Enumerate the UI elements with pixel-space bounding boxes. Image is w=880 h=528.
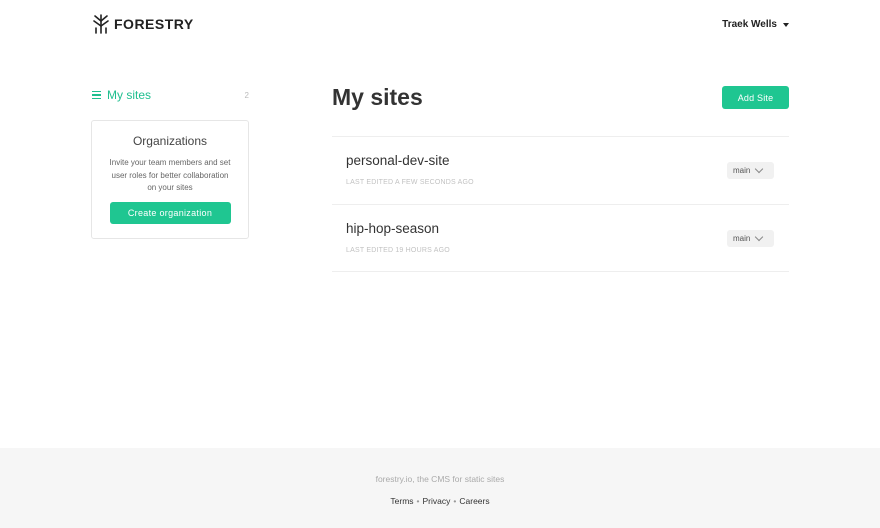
branch-select[interactable]: main (727, 162, 774, 179)
page-footer: forestry.io, the CMS for static sites Te… (0, 448, 880, 528)
footer-link-terms[interactable]: Terms (390, 496, 413, 506)
site-name[interactable]: personal-dev-site (346, 153, 450, 168)
site-row[interactable]: hip-hop-season LAST EDITED 19 HOURS AGO … (332, 204, 789, 272)
site-list: personal-dev-site LAST EDITED A FEW SECO… (332, 136, 789, 272)
site-last-edited: LAST EDITED A FEW SECONDS AGO (346, 179, 474, 186)
organizations-description: Invite your team members and set user ro… (109, 158, 231, 192)
brand-name: FORESTRY (114, 16, 194, 32)
branch-select[interactable]: main (727, 230, 774, 247)
add-site-button[interactable]: Add Site (722, 86, 789, 109)
top-header: FORESTRY Traek Wells (0, 0, 880, 50)
branch-label: main (733, 166, 751, 175)
user-menu[interactable]: Traek Wells (722, 19, 789, 30)
sites-count: 2 (244, 90, 249, 100)
chevron-down-icon (755, 232, 764, 242)
organizations-card: Organizations Invite your team members a… (91, 120, 249, 239)
chevron-down-icon (755, 164, 764, 174)
site-last-edited: LAST EDITED 19 HOURS AGO (346, 247, 450, 254)
organizations-title: Organizations (132, 134, 208, 148)
separator-dot: • (453, 496, 457, 506)
sidebar-item-my-sites[interactable]: My sites 2 (92, 87, 249, 103)
footer-link-careers[interactable]: Careers (459, 496, 489, 506)
list-icon (92, 91, 101, 99)
separator-dot: • (416, 496, 420, 506)
branch-label: main (733, 234, 751, 243)
user-name: Traek Wells (722, 19, 777, 30)
page-title: My sites (332, 84, 423, 110)
forestry-logo[interactable]: FORESTRY (92, 14, 194, 34)
site-name[interactable]: hip-hop-season (346, 221, 439, 236)
site-row[interactable]: personal-dev-site LAST EDITED A FEW SECO… (332, 136, 789, 204)
caret-down-icon (783, 22, 789, 27)
create-organization-button[interactable]: Create organization (109, 201, 231, 224)
footer-links: Terms • Privacy • Careers (0, 496, 880, 506)
sidebar-item-label: My sites (107, 88, 152, 102)
footer-tagline: forestry.io, the CMS for static sites (375, 474, 505, 484)
footer-link-privacy[interactable]: Privacy (423, 496, 451, 506)
tree-logo-icon (93, 14, 109, 34)
